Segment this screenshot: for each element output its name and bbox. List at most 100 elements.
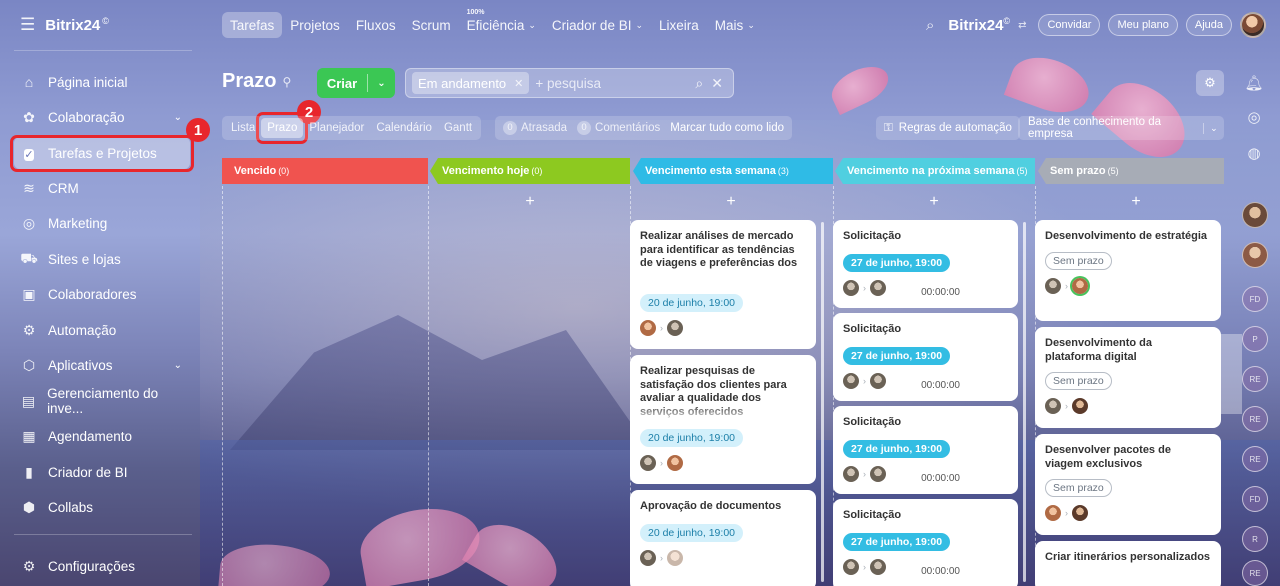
deadline-chip[interactable]: 20 de junho, 19:00: [640, 523, 743, 542]
deadline-chip[interactable]: 27 de junho, 19:00: [843, 253, 951, 272]
top-nav-more[interactable]: Mais ⌄: [707, 12, 763, 38]
search-input[interactable]: + pesquisa: [535, 76, 689, 91]
target-icon[interactable]: ◎: [1243, 108, 1265, 130]
avatar[interactable]: [870, 279, 886, 296]
avatar[interactable]: [870, 465, 886, 482]
top-nav-tasks[interactable]: Tarefas: [222, 12, 283, 38]
avatar[interactable]: [1072, 505, 1088, 521]
avatar[interactable]: [1072, 398, 1088, 414]
no-deadline-chip[interactable]: Sem prazo: [1045, 251, 1112, 270]
search-icon[interactable]: ⌕: [926, 17, 934, 34]
avatar[interactable]: [640, 549, 656, 566]
avatar[interactable]: [1072, 277, 1088, 294]
sidebar-item-bi-builder[interactable]: ▮ Criador de BI: [14, 456, 190, 488]
task-card[interactable]: Solicitação 27 de junho, 19:00 › 00:00:0…: [833, 499, 1018, 586]
task-card[interactable]: Solicitação 27 de junho, 19:00 › 00:00:0…: [833, 313, 1018, 401]
brand-logo[interactable]: Bitrix24 ©: [45, 16, 109, 34]
automation-rules-button[interactable]: ⚿ Regras de automação: [876, 116, 1020, 140]
comments-counter[interactable]: 0 Comentários: [577, 121, 660, 135]
filter-search-bar[interactable]: Em andamento ✕ + pesquisa ⌕ ✕: [405, 68, 734, 98]
bell-icon[interactable]: 🔔︎: [1243, 74, 1265, 96]
invite-button[interactable]: Convidar: [1038, 14, 1101, 36]
avatar[interactable]: [843, 279, 859, 296]
user-avatar[interactable]: [1240, 12, 1266, 38]
add-task-button[interactable]: +: [924, 193, 944, 211]
column-header-no-deadline[interactable]: Sem prazo (5): [1038, 158, 1224, 184]
sidebar-item-collabs[interactable]: ⬢ Collabs: [14, 491, 190, 523]
chevron-down-icon[interactable]: ⌄: [1202, 122, 1224, 134]
task-card[interactable]: Solicitação 27 de junho, 19:00 › 00:00:0…: [833, 220, 1018, 308]
task-card[interactable]: Criar itinerários personalizados: [1035, 541, 1221, 586]
column-header-overdue[interactable]: Vencido (0): [222, 158, 428, 184]
column-scrollbar[interactable]: [821, 222, 824, 582]
sidebar-item-inventory[interactable]: ▤ Gerenciamento do inve...: [14, 385, 190, 417]
rail-avatar[interactable]: FD: [1242, 286, 1268, 312]
avatar[interactable]: [1045, 277, 1061, 294]
top-nav-projects[interactable]: Projetos: [282, 12, 348, 38]
no-deadline-chip[interactable]: Sem prazo: [1045, 372, 1112, 390]
help-button[interactable]: Ajuda: [1185, 14, 1232, 36]
deadline-chip[interactable]: 20 de junho, 19:00: [640, 429, 743, 447]
knowledge-base-button[interactable]: Base de conhecimento da empresa ⌄: [1018, 116, 1224, 140]
view-gantt[interactable]: Gantt: [438, 118, 478, 138]
avatar[interactable]: [870, 558, 886, 575]
add-task-button[interactable]: +: [1126, 193, 1146, 211]
view-planner[interactable]: Planejador: [303, 118, 370, 138]
rail-avatar[interactable]: RE: [1242, 366, 1268, 392]
top-nav-trash[interactable]: Lixeira: [651, 12, 707, 38]
task-card[interactable]: Desenvolvimento de estratégia Sem prazo …: [1035, 220, 1221, 321]
sync-icon[interactable]: ⇄: [1018, 20, 1026, 31]
avatar[interactable]: [843, 558, 859, 575]
sidebar-item-sites-stores[interactable]: ⛟ Sites e lojas: [14, 243, 190, 275]
pin-icon[interactable]: ⚲: [282, 75, 291, 89]
close-icon[interactable]: ✕: [711, 75, 723, 92]
column-header-next-week[interactable]: Vencimento na próxima semana (5): [835, 158, 1035, 184]
view-calendar[interactable]: Calendário: [370, 118, 438, 138]
search-icon[interactable]: ⌕: [695, 75, 703, 92]
top-nav-efficiency[interactable]: 100% Eficiência ⌄: [459, 9, 544, 38]
deadline-chip[interactable]: 27 de junho, 19:00: [843, 346, 951, 365]
add-task-button[interactable]: +: [721, 193, 741, 211]
sidebar-item-crm[interactable]: ≋ CRM: [14, 172, 190, 204]
sidebar-item-marketing[interactable]: ◎ Marketing: [14, 207, 190, 239]
avatar[interactable]: [870, 372, 886, 389]
add-task-button[interactable]: +: [520, 193, 540, 211]
avatar[interactable]: [667, 549, 683, 566]
column-header-due-today[interactable]: Vencimento hoje (0): [430, 158, 630, 184]
avatar[interactable]: [843, 465, 859, 482]
close-icon[interactable]: ✕: [514, 77, 523, 90]
sidebar-item-apps[interactable]: ⬡ Aplicativos ⌄: [14, 349, 190, 381]
task-card[interactable]: Realizar pesquisas de satisfação dos cli…: [630, 355, 816, 484]
sidebar-item-scheduling[interactable]: ▦ Agendamento: [14, 420, 190, 452]
sidebar-item-collaboration[interactable]: ✿ Colaboração ⌄: [14, 101, 190, 133]
avatar[interactable]: [667, 455, 683, 471]
avatar[interactable]: [640, 455, 656, 471]
task-card[interactable]: Solicitação 27 de junho, 19:00 › 00:00:0…: [833, 406, 1018, 494]
deadline-chip[interactable]: 27 de junho, 19:00: [843, 532, 951, 551]
gear-icon[interactable]: ⚙: [1196, 70, 1224, 96]
rail-avatar[interactable]: [1242, 242, 1268, 268]
filter-chip-in-progress[interactable]: Em andamento ✕: [412, 72, 530, 94]
task-card[interactable]: Aprovação de documentos 20 de junho, 19:…: [630, 490, 816, 586]
overdue-counter[interactable]: 0 Atrasada: [503, 121, 567, 135]
avatar[interactable]: [1045, 505, 1061, 521]
chevron-down-icon[interactable]: ⌄: [368, 78, 395, 89]
avatar[interactable]: [1045, 398, 1061, 414]
deadline-chip[interactable]: 27 de junho, 19:00: [843, 439, 951, 458]
my-plan-button[interactable]: Meu plano: [1108, 14, 1178, 36]
column-header-this-week[interactable]: Vencimento esta semana (3): [633, 158, 833, 184]
rail-avatar[interactable]: P: [1242, 326, 1268, 352]
sidebar-item-employees[interactable]: ▣ Colaboradores: [14, 278, 190, 310]
mark-all-read-link[interactable]: Marcar tudo como lido: [670, 122, 784, 134]
top-nav-flows[interactable]: Fluxos: [348, 12, 404, 38]
avatar[interactable]: [640, 320, 656, 336]
task-card[interactable]: Desenvolver pacotes de viagem exclusivos…: [1035, 434, 1221, 535]
create-button[interactable]: Criar ⌄: [317, 68, 395, 98]
view-deadline[interactable]: Prazo: [261, 118, 304, 138]
sidebar-item-automation[interactable]: ⚙ Automação: [14, 314, 190, 346]
rail-avatar[interactable]: RE: [1242, 560, 1268, 586]
sidebar-item-settings[interactable]: ⚙ Configurações: [14, 550, 190, 582]
rail-avatar[interactable]: FD: [1242, 486, 1268, 512]
task-card[interactable]: Realizar análises de mercado para identi…: [630, 220, 816, 349]
menu-icon[interactable]: ☰: [20, 15, 35, 35]
